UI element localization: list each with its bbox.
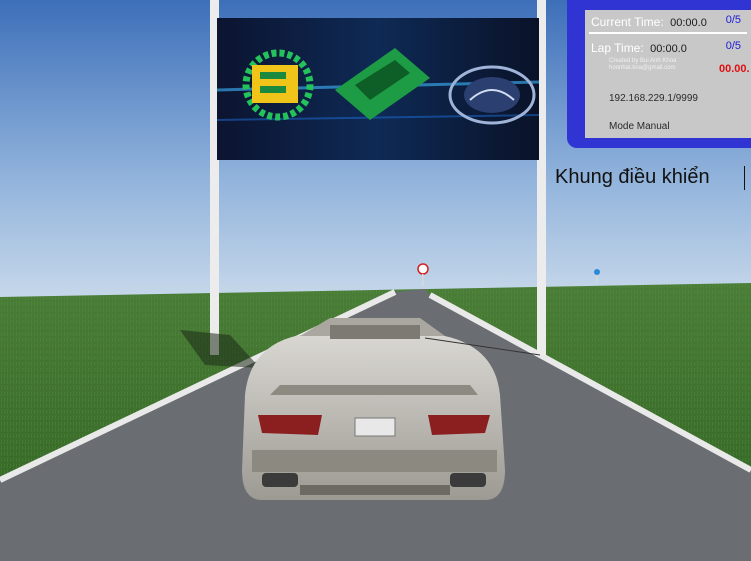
race-info-panel: Current Time: 00:00.0 0/5 Lap Time: 00:0… — [567, 0, 751, 148]
license-plate — [354, 417, 396, 437]
road-sign-blue — [594, 269, 600, 275]
lap-time-row: Lap Time: 00:00.0 0/5 — [591, 39, 747, 57]
control-frame-label: Khung điều khiển — [555, 166, 710, 188]
credit-author: Created by Bui Anh Khoa — [609, 58, 677, 64]
lap-time-value: 00:00.0 — [650, 43, 687, 55]
credit-email: hoonhat.koa@gmail.com — [609, 65, 676, 71]
ip-address: 192.168.229.1/9999 — [609, 93, 698, 104]
tail-light-right — [428, 415, 490, 435]
tail-light-left — [258, 415, 322, 435]
current-time-row: Current Time: 00:00.0 0/5 — [591, 13, 747, 31]
mode-indicator: Mode Manual — [609, 121, 670, 132]
current-time-label: Current Time: — [591, 15, 664, 29]
current-time-value: 00:00.0 — [670, 17, 707, 29]
status-red-value: 00.00. — [719, 63, 750, 75]
hud-inner-panel: Current Time: 00:00.0 0/5 Lap Time: 00:0… — [585, 10, 751, 138]
lap-count: 0/5 — [725, 40, 741, 52]
hud-divider — [589, 32, 747, 34]
lap-time-label: Lap Time: — [591, 41, 644, 55]
control-frame-cursor — [744, 166, 745, 190]
road-sign-no-entry — [417, 263, 429, 275]
credit-text: Created by Bui Anh Khoa hoonhat.koa@gmai… — [609, 58, 699, 72]
current-lap-count: 0/5 — [725, 14, 741, 26]
player-car — [242, 318, 505, 500]
